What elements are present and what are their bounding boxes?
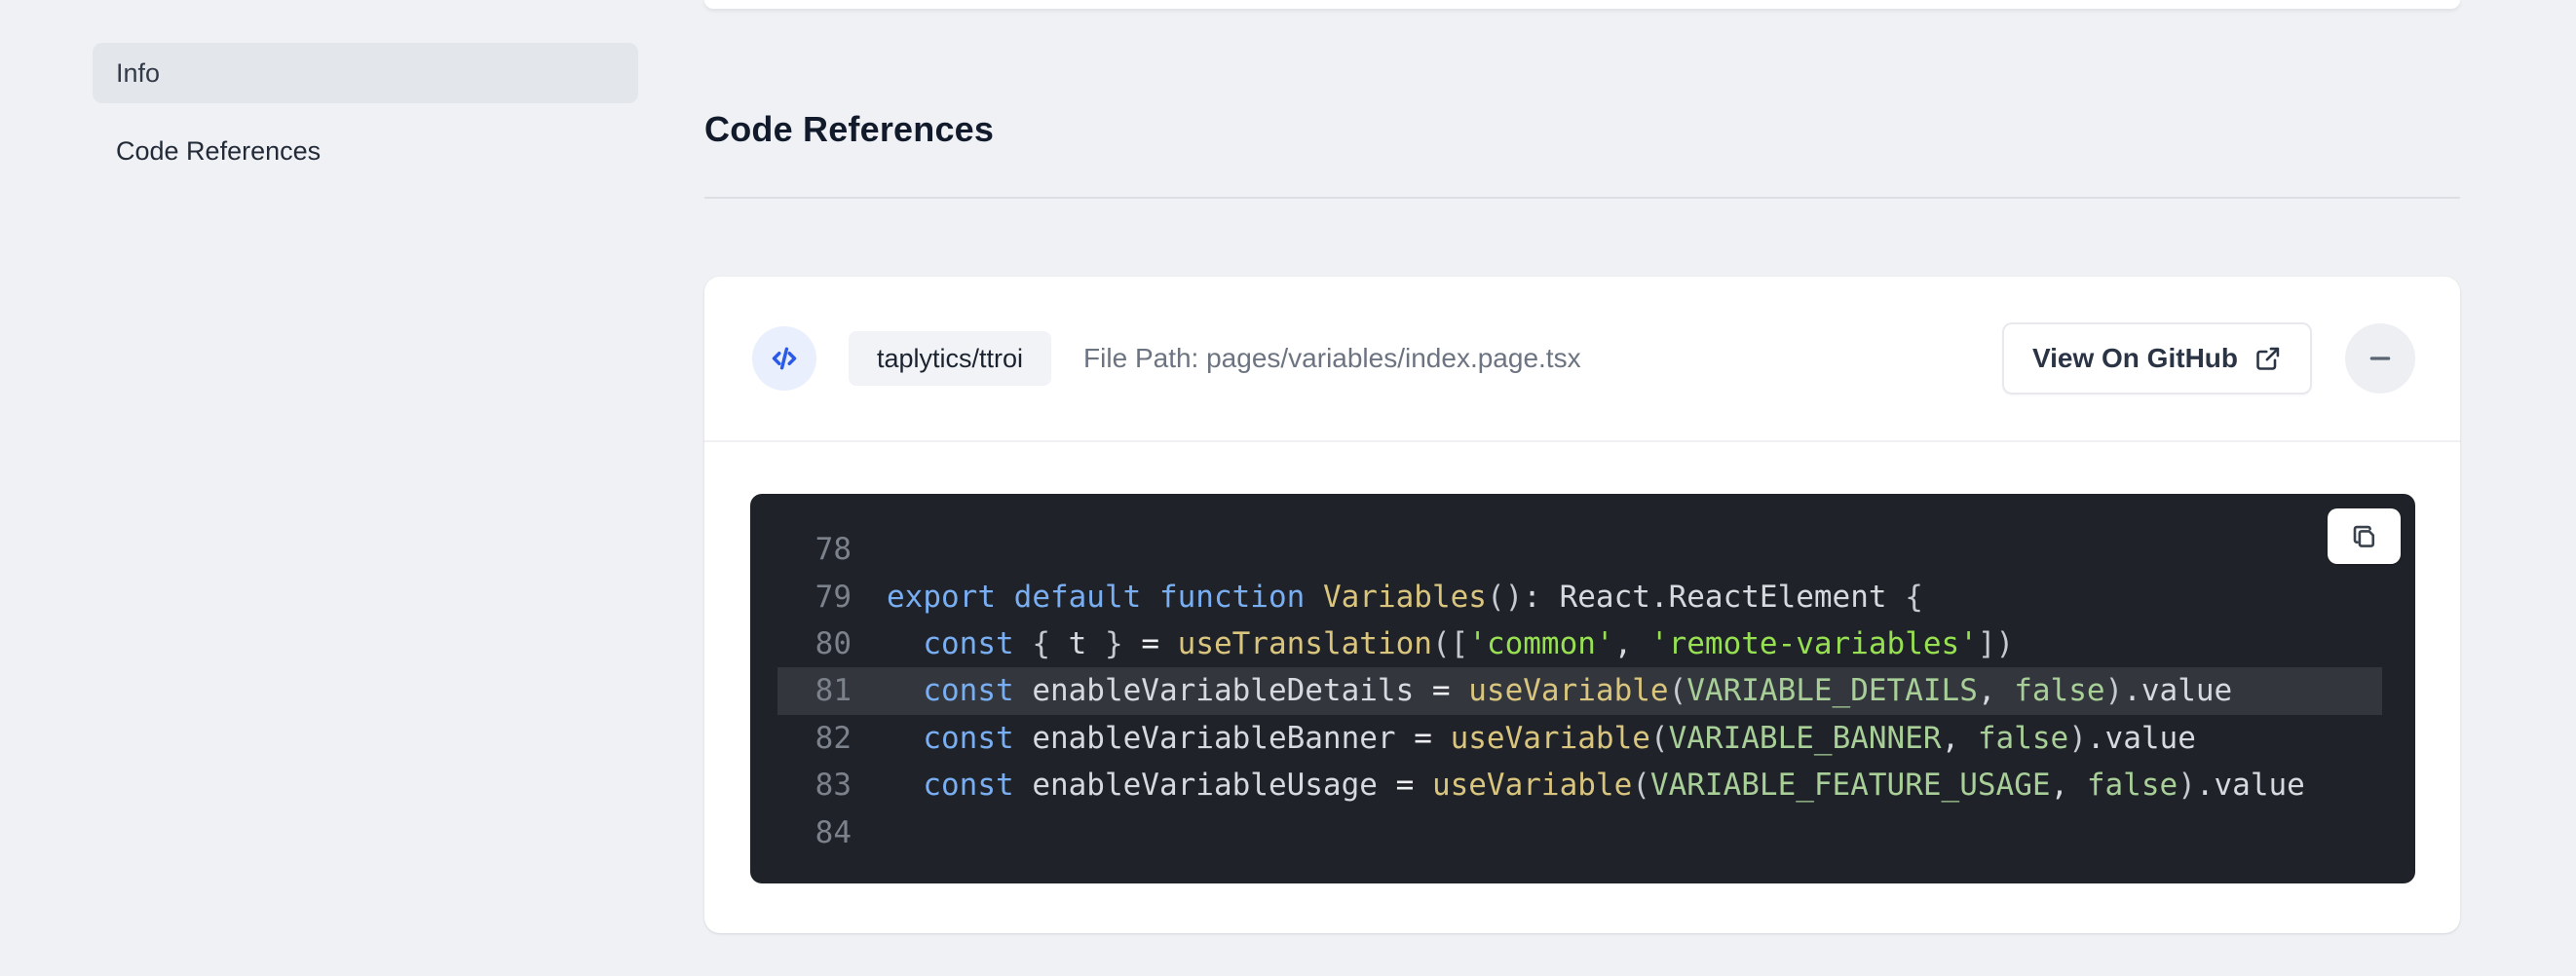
collapse-card-button[interactable] <box>2345 323 2415 394</box>
code-slash-icon <box>752 326 816 391</box>
page-title: Code References <box>704 109 994 150</box>
code-line-83: 83 const enableVariableUsage = useVariab… <box>777 762 2382 808</box>
previous-card-bottom-edge <box>704 0 2460 9</box>
code-line-82: 82 const enableVariableBanner = useVaria… <box>777 715 2382 762</box>
code-line-80: 80 const { t } = useTranslation(['common… <box>777 620 2382 667</box>
line-number: 80 <box>777 626 852 661</box>
line-number: 82 <box>777 721 852 756</box>
minus-icon <box>2365 343 2396 374</box>
code-line-79: 79export default function Variables(): R… <box>777 573 2382 619</box>
view-on-github-label: View On GitHub <box>2032 343 2238 374</box>
sidebar-item-code-references-label: Code References <box>116 136 321 167</box>
code-line-81: 81 const enableVariableDetails = useVari… <box>777 667 2382 714</box>
sidebar-item-info[interactable]: Info <box>93 43 638 103</box>
copy-code-button[interactable] <box>2328 508 2401 564</box>
code-line-78: 78 <box>777 526 2382 573</box>
external-link-icon <box>2254 345 2282 372</box>
code-lines: 78 79export default function Variables():… <box>750 494 2415 856</box>
sidebar-item-info-label: Info <box>116 58 160 89</box>
repo-chip: taplytics/ttroi <box>849 331 1051 386</box>
line-number: 83 <box>777 768 852 803</box>
section-divider <box>704 197 2460 199</box>
line-content: const enableVariableDetails = useVariabl… <box>852 673 2232 708</box>
line-number: 81 <box>777 673 852 708</box>
repo-chip-label: taplytics/ttroi <box>877 344 1023 374</box>
view-on-github-button[interactable]: View On GitHub <box>2002 322 2312 394</box>
code-snippet-block: 78 79export default function Variables():… <box>750 494 2415 883</box>
line-number: 84 <box>777 815 852 850</box>
code-reference-card-header: taplytics/ttroi File Path: pages/variabl… <box>704 277 2460 442</box>
file-path-text: File Path: pages/variables/index.page.ts… <box>1083 343 1581 374</box>
line-number: 78 <box>777 532 852 567</box>
sidebar-item-code-references[interactable]: Code References <box>93 121 638 181</box>
code-line-84: 84 <box>777 808 2382 855</box>
line-content: const { t } = useTranslation(['common', … <box>852 626 2014 661</box>
line-number: 79 <box>777 580 852 615</box>
line-content: const enableVariableUsage = useVariable(… <box>852 768 2305 803</box>
line-content: const enableVariableBanner = useVariable… <box>852 721 2196 756</box>
code-reference-card: taplytics/ttroi File Path: pages/variabl… <box>704 277 2460 933</box>
copy-icon <box>2350 522 2379 551</box>
line-content: export default function Variables(): Rea… <box>852 580 1923 615</box>
